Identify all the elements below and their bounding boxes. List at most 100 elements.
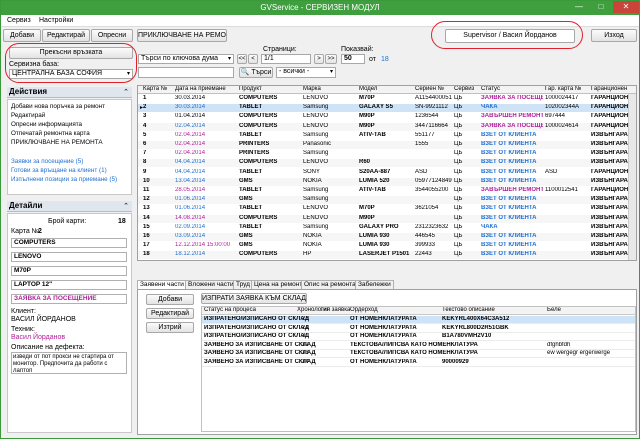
tech-label: Техник:	[11, 326, 35, 333]
parts-column-header[interactable]: Текстово описание	[442, 307, 495, 313]
table-row[interactable]: 15 02.09.2014 TABLET Samsung GALAXY PRO 23123…	[138, 224, 636, 232]
column-header[interactable]: Статус	[481, 86, 500, 92]
table-cell: 3621054	[415, 205, 439, 212]
chevron-down-icon: ▾	[329, 69, 333, 75]
action-edit[interactable]: Редактирай	[11, 112, 45, 119]
search-by-select[interactable]: Търси по ключова дума ▾	[138, 54, 234, 64]
actions-header[interactable]: Действия ⌃	[7, 87, 132, 98]
table-row[interactable]: 17 12.12.2014 15:00:00 GMS NOKIA LUMIA 930 39…	[138, 242, 636, 250]
table-row[interactable]: 18 18.12.2014 COMPUTERS HP LASERJET P1501 224…	[138, 251, 636, 260]
table-cell: ASD	[545, 168, 558, 175]
table-row[interactable]: 16 03.09.2014 GMS NOKIA LUMIA 930 446545 ЦБ ВЗЕ…	[138, 233, 636, 241]
prev-page-button[interactable]: <	[248, 54, 258, 64]
table-row[interactable]: 13 01.06.2014 TABLET LENOVO M70P 3621054 ЦБ ВЗЕ…	[138, 205, 636, 213]
page-select[interactable]: 1/1	[261, 54, 311, 64]
filter-select[interactable]: - всички - ▾	[276, 67, 336, 78]
edit-button[interactable]: Редактирай	[42, 29, 90, 42]
table-row[interactable]: 8 04.04.2014 COMPUTERS LENOVO R60 ЦБ ВЗЕТ ОТ К…	[138, 159, 636, 168]
parts-cell: ИЗПРАТЕНО/ИЗПИСАНО ОТ СКЛАД	[204, 333, 310, 339]
parts-row[interactable]: ЗАЯВЕНО ЗА ИЗПИСВАНЕ ОТ СКЛАД 33 ТЕКСТОВА/…	[202, 350, 635, 358]
table-scrollbar[interactable]	[628, 94, 636, 260]
parts-cell: KEKYRL800D2R51GBK	[442, 324, 509, 331]
menu-settings[interactable]: Настройки	[39, 17, 73, 24]
table-row[interactable]: 3 01.04.2014 COMPUTERS LENOVO M90P 1236544 ЦБ З…	[138, 113, 636, 121]
table-row[interactable]: 7 02.04.2014 PRINTERS Samsung ЦБ ВЗЕТ ОТ КЛИЕ…	[138, 150, 636, 158]
table-row[interactable]: 5 02.04.2014 TABLET Samsung ATIV-TAB 551177 ЦБ…	[138, 132, 636, 140]
search-input[interactable]	[138, 67, 234, 78]
table-cell: SONY	[303, 168, 321, 175]
defect-textarea[interactable]: изведи от пот прокси не стартира от мони…	[11, 352, 127, 374]
table-cell: LUMIA 520	[359, 177, 390, 184]
table-row[interactable]: 6 02.04.2014 PRINTERS Panasonic 1555 ЦБ ВЗЕТ О…	[138, 141, 636, 149]
minimize-button[interactable]: —	[569, 1, 589, 13]
parts-column-header[interactable]: Ордерход	[350, 307, 378, 313]
column-header[interactable]: Марка	[303, 86, 321, 92]
refresh-button[interactable]: Опресни	[91, 29, 133, 42]
parts-column-header[interactable]: Статус на процеса	[204, 307, 256, 313]
menu-service[interactable]: Сервиз	[7, 17, 31, 24]
parts-column-header[interactable]: Беле	[547, 307, 561, 313]
column-header[interactable]: Карта №	[143, 86, 167, 92]
parts-row[interactable]: ИЗПРАТЕНО/ИЗПИСАНО ОТ СКЛАД 24 ОТ НОМЕНКЛА…	[202, 324, 635, 333]
parts-delete-button[interactable]: Изтрий	[146, 322, 194, 333]
action-print-card[interactable]: Отпечатай ремонтна карта	[11, 130, 90, 137]
parts-cell: 23	[302, 316, 309, 322]
action-refresh[interactable]: Опресни информацията	[11, 121, 82, 128]
collapse-icon[interactable]: ⌃	[123, 202, 129, 210]
maximize-button[interactable]: □	[591, 1, 611, 13]
parts-edit-button[interactable]: Редактирай	[146, 308, 194, 319]
highlight-oval	[431, 21, 583, 49]
link-completed-positions[interactable]: Изпълнени позиции за приемане (5)	[11, 176, 117, 183]
parts-cell: ОТ НОМЕНКЛАТУРАТА	[350, 316, 417, 322]
table-row[interactable]: 4 02.04.2014 COMPUTERS LENOVO M90P 3447116664…	[138, 122, 636, 131]
table-row[interactable]: 11 28.05.2014 TABLET Samsung ATIV-TAB 3544055…	[138, 187, 636, 195]
actions-panel: Добави нова поръчка за ремонт Редактирай…	[7, 99, 132, 195]
next-page-button[interactable]: >	[314, 54, 324, 64]
last-page-button[interactable]: >>	[325, 54, 337, 64]
action-finish-repair[interactable]: ПРИКЛЮЧВАНЕ НА РЕМОНТА	[11, 139, 103, 146]
link-ready-return[interactable]: Готови за връщане на клиент (1)	[11, 167, 107, 174]
link-visit-requests[interactable]: Заявки за посещение (5)	[11, 158, 83, 165]
send-to-warehouse-button[interactable]: ИЗПРАТИ ЗАЯВКА КЪМ СКЛАДА	[201, 293, 307, 304]
table-row[interactable]: 1 30.03.2014 COMPUTERS LENOVO M70P A115440005…	[138, 95, 636, 103]
table-cell: COMPUTERS	[239, 113, 278, 120]
table-cell: 3	[143, 113, 147, 120]
table-row[interactable]: 10 13.04.2014 GMS NOKIA LUMIA 520 05977124849…	[138, 177, 636, 186]
table-row[interactable]: 12 01.06.2014 GMS Samsung ЦБ ВЗЕТ ОТ КЛИЕНТА И…	[138, 196, 636, 205]
table-row[interactable]: 14 14.08.2014 COMPUTERS LENOVO M90P ЦБ ВЗЕТ ОТ…	[138, 214, 636, 223]
parts-column-header[interactable]: Тип заявка	[320, 307, 350, 313]
column-header[interactable]: Дата на приемане	[175, 86, 226, 92]
action-add-order[interactable]: Добави нова поръчка за ремонт	[11, 103, 105, 110]
table-cell: M70P	[359, 95, 375, 101]
parts-add-button[interactable]: Добави	[146, 294, 194, 305]
add-button[interactable]: Добави	[3, 29, 41, 42]
table-row[interactable]: 9 04.04.2014 TABLET SONY S20AA-887 ASD ЦБ ВЗЕТ …	[138, 168, 636, 177]
close-button[interactable]: ✕	[613, 1, 639, 13]
column-header[interactable]: Сервиз	[454, 86, 474, 92]
parts-row[interactable]: ЗАЯВЕНО ЗА ИЗПИСВАНЕ ОТ СКЛАД 34 ОТ НОМЕНК…	[202, 359, 635, 367]
first-page-button[interactable]: <<	[237, 54, 247, 64]
column-header[interactable]: Гар. карта №	[545, 86, 581, 92]
table-cell: 3447116664	[415, 122, 448, 129]
parts-row[interactable]: ИЗПРАТЕНО/ИЗПИСАНО ОТ СКЛАД 23 ОТ НОМЕНКЛА…	[202, 316, 635, 324]
parts-row[interactable]: ИЗПРАТЕНО/ИЗПИСАНО ОТ СКЛАД 30 ОТ НОМЕНКЛА…	[202, 333, 635, 341]
table-cell: 30.03.2014	[175, 104, 206, 111]
column-header[interactable]: Гаранционен	[591, 86, 627, 92]
column-header[interactable]: Сериен №	[415, 86, 444, 92]
table-row[interactable]: ▸ 2 30.03.2014 TABLET Samsung GALAXY S5 SN-992…	[138, 104, 636, 113]
details-title: Детайли	[9, 201, 43, 210]
shown-input[interactable]: 50	[341, 54, 365, 64]
column-header[interactable]: Продукт	[239, 86, 262, 92]
parts-row[interactable]: ЗАЯВЕНО ЗА ИЗПИСВАНЕ ОТ СКЛАД 32 ТЕКСТОВА/…	[202, 342, 635, 350]
table-cell: 30.03.2014	[175, 95, 206, 101]
table-cell: LUMIA 930	[359, 233, 390, 239]
find-button[interactable]: 🔍 Търси	[239, 67, 273, 78]
column-header[interactable]: Модел	[359, 86, 377, 92]
table-cell: NOKIA	[303, 177, 322, 184]
table-cell: 9	[143, 168, 147, 175]
table-cell: M90P	[359, 113, 375, 120]
finish-repair-button[interactable]: ПРИКЛЮЧВАНЕ НА РЕМОНТ	[137, 29, 227, 42]
details-header[interactable]: Детайли ⌃	[7, 201, 132, 212]
exit-button[interactable]: Изход	[591, 29, 637, 42]
collapse-icon[interactable]: ⌃	[123, 88, 129, 96]
